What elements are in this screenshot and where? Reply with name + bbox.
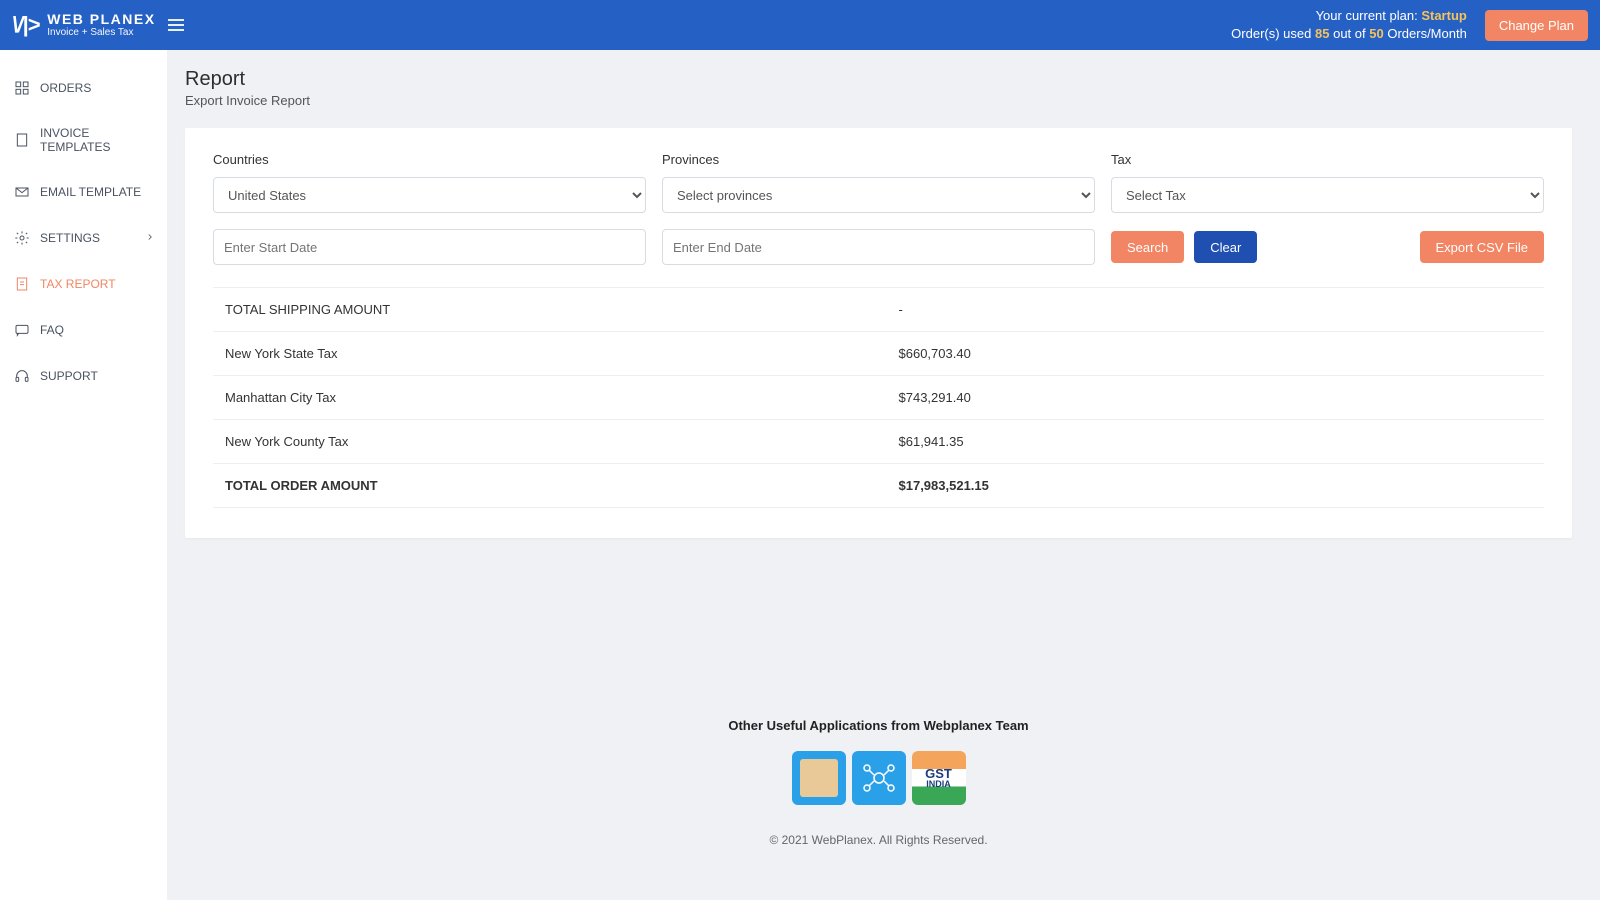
app-icon-2[interactable]: [852, 751, 906, 805]
app-icon-1[interactable]: [792, 751, 846, 805]
tax-select[interactable]: Select Tax: [1111, 177, 1544, 213]
sidebar-item-faq[interactable]: FAQ: [0, 312, 167, 348]
page-subtitle: Export Invoice Report: [185, 93, 1572, 108]
brand-name: WEB PLANEX: [47, 12, 155, 27]
orders-used-count: 85: [1315, 26, 1329, 41]
app-icon-3[interactable]: GST INDIA: [912, 751, 966, 805]
sidebar-item-email-template[interactable]: EMAIL TEMPLATE: [0, 174, 167, 210]
row-value: $660,703.40: [879, 346, 1533, 361]
mail-icon: [14, 184, 30, 200]
countries-label: Countries: [213, 152, 646, 167]
plan-info: Your current plan: Startup Order(s) used…: [1231, 7, 1467, 43]
main-content: Report Export Invoice Report Countries U…: [167, 50, 1600, 900]
copyright: © 2021 WebPlanex. All Rights Reserved.: [185, 833, 1572, 847]
report-table: TOTAL SHIPPING AMOUNT - New York State T…: [213, 287, 1544, 508]
sidebar-item-label: SETTINGS: [40, 231, 100, 245]
headset-icon: [14, 368, 30, 384]
brand-tagline: Invoice + Sales Tax: [47, 27, 155, 38]
footer-apps: Other Useful Applications from Webplanex…: [185, 718, 1572, 805]
app-icons-row: GST INDIA: [185, 751, 1572, 805]
chevron-right-icon: [145, 231, 155, 245]
search-button[interactable]: Search: [1111, 231, 1184, 263]
table-row: Manhattan City Tax $743,291.40: [213, 376, 1544, 420]
sidebar: ORDERS INVOICE TEMPLATES EMAIL TEMPLATE …: [0, 50, 167, 900]
hamburger-icon[interactable]: [168, 19, 184, 31]
row-value: $743,291.40: [879, 390, 1533, 405]
header-left: \/|> WEB PLANEX Invoice + Sales Tax: [12, 12, 184, 38]
logo-text: WEB PLANEX Invoice + Sales Tax: [47, 12, 155, 38]
footer-apps-title: Other Useful Applications from Webplanex…: [185, 718, 1572, 733]
logo-mark-icon: \/|>: [12, 12, 39, 38]
grid-icon: [14, 80, 30, 96]
table-row: TOTAL SHIPPING AMOUNT -: [213, 287, 1544, 332]
file-icon: [14, 132, 30, 148]
table-row-total: TOTAL ORDER AMOUNT $17,983,521.15: [213, 464, 1544, 508]
filter-actions: Search Clear Export CSV File: [1111, 231, 1544, 263]
filter-row-2: Search Clear Export CSV File: [213, 229, 1544, 265]
row-label: TOTAL ORDER AMOUNT: [225, 478, 879, 493]
row-label: New York County Tax: [225, 434, 879, 449]
sidebar-item-support[interactable]: SUPPORT: [0, 358, 167, 394]
end-date-input[interactable]: [662, 229, 1095, 265]
sidebar-item-label: EMAIL TEMPLATE: [40, 185, 141, 199]
report-panel: Countries United States Provinces Select…: [185, 128, 1572, 538]
filter-row: Countries United States Provinces Select…: [213, 152, 1544, 213]
sidebar-item-settings[interactable]: SETTINGS: [0, 220, 167, 256]
sidebar-item-label: INVOICE TEMPLATES: [40, 126, 153, 154]
provinces-label: Provinces: [662, 152, 1095, 167]
row-label: Manhattan City Tax: [225, 390, 879, 405]
layout: ORDERS INVOICE TEMPLATES EMAIL TEMPLATE …: [0, 50, 1600, 900]
plan-name: Startup: [1421, 8, 1467, 23]
bag-rocket-icon: [800, 759, 838, 797]
network-icon: [859, 758, 899, 798]
sidebar-item-orders[interactable]: ORDERS: [0, 70, 167, 106]
countries-field: Countries United States: [213, 152, 646, 213]
table-row: New York State Tax $660,703.40: [213, 332, 1544, 376]
chat-icon: [14, 322, 30, 338]
gear-icon: [14, 230, 30, 246]
row-label: TOTAL SHIPPING AMOUNT: [225, 302, 879, 317]
tax-field: Tax Select Tax: [1111, 152, 1544, 213]
page-header: Report Export Invoice Report: [185, 68, 1572, 108]
gst-sublabel: INDIA: [926, 780, 951, 789]
plan-line-1: Your current plan: Startup: [1231, 7, 1467, 25]
logo[interactable]: \/|> WEB PLANEX Invoice + Sales Tax: [12, 12, 156, 38]
row-label: New York State Tax: [225, 346, 879, 361]
end-date-field: [662, 229, 1095, 265]
table-row: New York County Tax $61,941.35: [213, 420, 1544, 464]
sidebar-item-tax-report[interactable]: TAX REPORT: [0, 266, 167, 302]
provinces-field: Provinces Select provinces: [662, 152, 1095, 213]
page-title: Report: [185, 68, 1572, 91]
row-value: $17,983,521.15: [879, 478, 1533, 493]
sidebar-item-label: TAX REPORT: [40, 277, 116, 291]
row-value: $61,941.35: [879, 434, 1533, 449]
row-value: -: [879, 302, 1533, 317]
tax-label: Tax: [1111, 152, 1544, 167]
sidebar-item-label: FAQ: [40, 323, 64, 337]
clear-button[interactable]: Clear: [1194, 231, 1257, 263]
countries-select[interactable]: United States: [213, 177, 646, 213]
sidebar-item-label: ORDERS: [40, 81, 91, 95]
plan-line-2: Order(s) used 85 out of 50 Orders/Month: [1231, 25, 1467, 43]
sidebar-item-invoice-templates[interactable]: INVOICE TEMPLATES: [0, 116, 167, 164]
orders-limit-count: 50: [1369, 26, 1383, 41]
header-right: Your current plan: Startup Order(s) used…: [1231, 7, 1588, 43]
provinces-select[interactable]: Select provinces: [662, 177, 1095, 213]
report-icon: [14, 276, 30, 292]
change-plan-button[interactable]: Change Plan: [1485, 10, 1588, 41]
export-csv-button[interactable]: Export CSV File: [1420, 231, 1544, 263]
sidebar-item-label: SUPPORT: [40, 369, 98, 383]
start-date-field: [213, 229, 646, 265]
app-header: \/|> WEB PLANEX Invoice + Sales Tax Your…: [0, 0, 1600, 50]
start-date-input[interactable]: [213, 229, 646, 265]
